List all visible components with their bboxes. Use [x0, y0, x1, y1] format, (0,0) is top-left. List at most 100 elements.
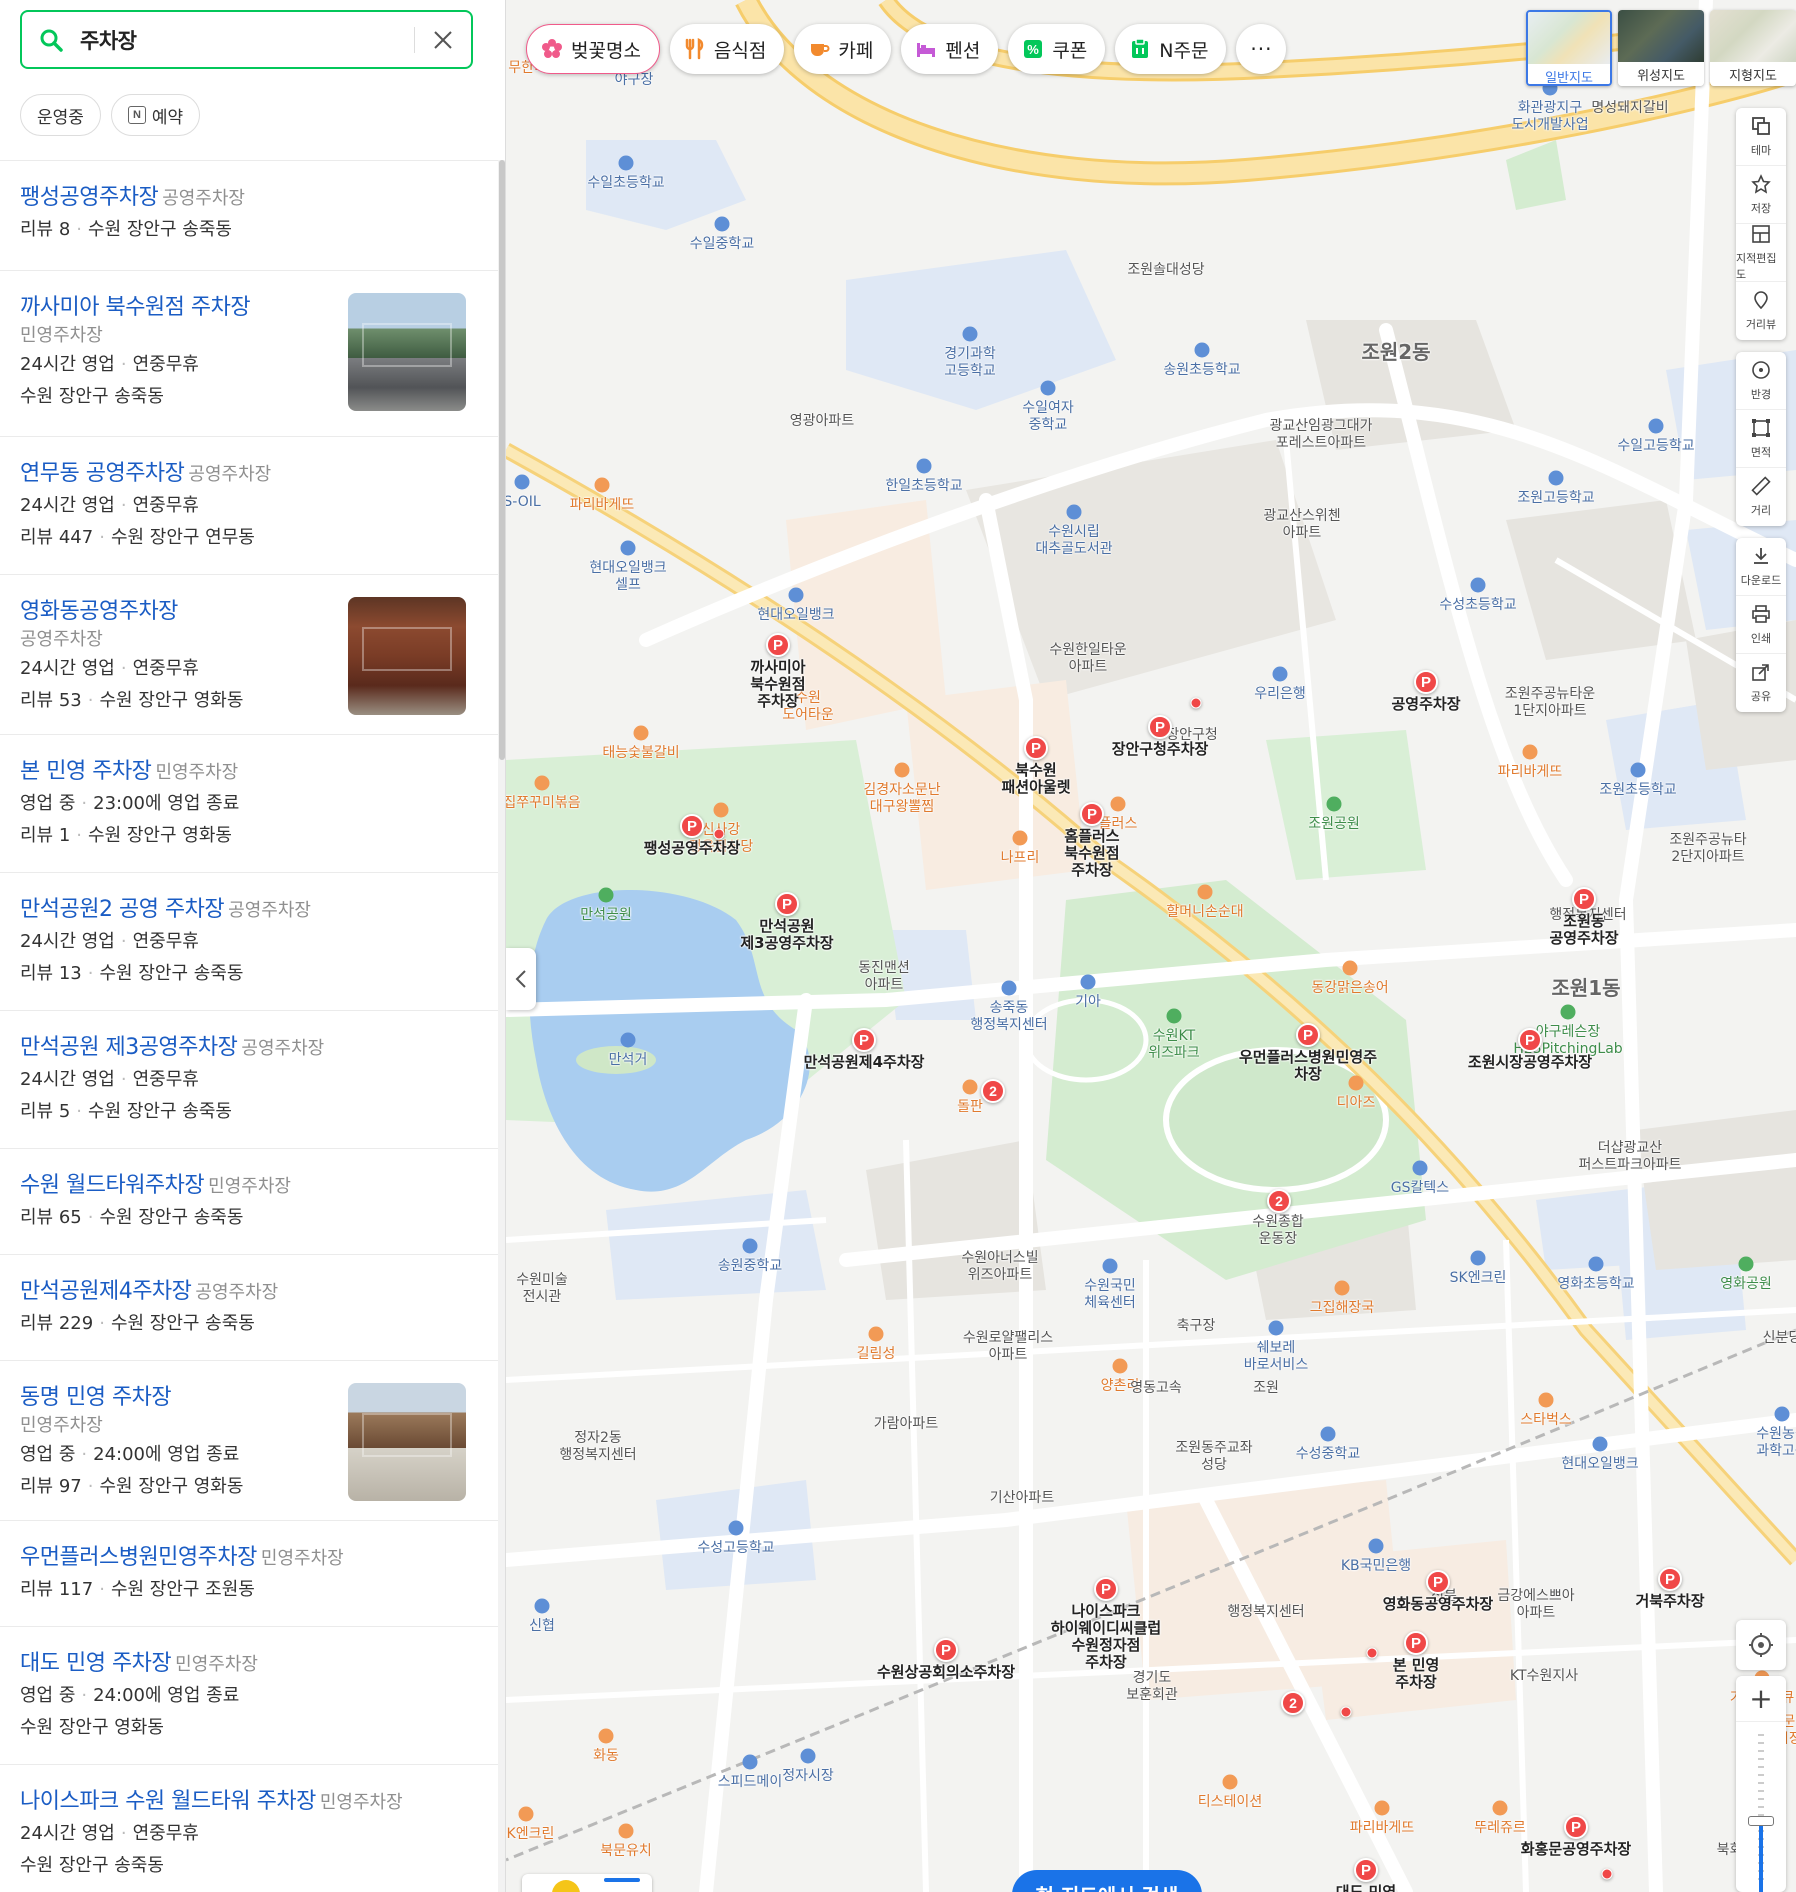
map-place-label[interactable]: 수원시립 대추골도서관	[1035, 524, 1112, 558]
map-place-label[interactable]: 파리바게뜨	[570, 497, 634, 514]
poi-marker-icon[interactable]	[514, 474, 530, 490]
parking-pin-icon[interactable]: P	[1354, 1858, 1378, 1882]
poi-marker-icon[interactable]	[1166, 1008, 1182, 1024]
parking-pin-icon[interactable]: P	[680, 814, 704, 838]
poi-marker-icon[interactable]	[1012, 830, 1028, 846]
map-place-label[interactable]: 영화공원	[1720, 1276, 1772, 1293]
map-place-label[interactable]: 조원주공뉴타 2단지아파트	[1669, 832, 1746, 866]
map-place-label[interactable]: 조원1동	[1551, 978, 1620, 998]
category-pill[interactable]: 음식점	[669, 24, 785, 74]
more-categories-button[interactable]: ···	[1236, 24, 1287, 74]
result-item[interactable]: 대도 민영 주차장 민영주차장 영업 중 · 24:00에 영업 종료 수원 장안구 영화…	[0, 1626, 498, 1764]
map-place-label[interactable]: 수원KT 위즈파크	[1148, 1028, 1200, 1062]
poi-marker-icon[interactable]	[1040, 380, 1056, 396]
map-place-label[interactable]: S-OIL	[506, 494, 541, 511]
map-place-label[interactable]: 수원미술 전시관	[516, 1272, 568, 1306]
result-item[interactable]: 만석공원 제3공영주차장 공영주차장 24시간 영업 · 연중무휴 리뷰 5 · 수원 장안구…	[0, 1010, 498, 1148]
map-place-label[interactable]: 수원농생 과학고등	[1756, 1426, 1796, 1460]
parking-pin-icon[interactable]: P	[1414, 670, 1438, 694]
map-place-label[interactable]: 수일중학교	[690, 236, 754, 253]
map-tool-button[interactable]: 공유	[1736, 654, 1786, 712]
map-place-label[interactable]: 파리바게뜨	[1350, 1820, 1414, 1837]
map-place-label[interactable]: 동강맑은송어	[1311, 980, 1388, 997]
parking-pin-icon[interactable]: P	[934, 1638, 958, 1662]
map-legend-box[interactable]	[522, 1874, 652, 1892]
poi-marker-icon[interactable]	[534, 775, 550, 791]
map-type-normal[interactable]: 일반지도	[1526, 10, 1612, 86]
poi-marker-icon[interactable]	[1066, 504, 1082, 520]
scrollbar-thumb[interactable]	[499, 160, 505, 760]
map-tool-button[interactable]: 다운로드	[1736, 538, 1786, 596]
parking-pin-icon[interactable]: P	[1426, 1570, 1450, 1594]
map-place-label[interactable]: 디아즈	[1337, 1095, 1376, 1112]
result-item[interactable]: 동명 민영 주차장 민영주차장 영업 중 · 24:00에 영업 종료 리뷰 97 · 수원 …	[0, 1360, 498, 1520]
map-place-label[interactable]: GS칼텍스	[1391, 1180, 1449, 1197]
poi-marker-icon[interactable]	[1112, 1358, 1128, 1374]
map-place-label[interactable]: 수성중학교	[1296, 1446, 1360, 1463]
poi-marker-icon[interactable]	[788, 587, 804, 603]
poi-marker-icon[interactable]	[534, 1598, 550, 1614]
map-place-label[interactable]: 광교산스위첸 아파트	[1263, 508, 1340, 542]
poi-marker-icon[interactable]	[1738, 1256, 1754, 1272]
selected-dot-pin[interactable]	[1340, 1706, 1352, 1718]
map-place-label[interactable]: 동진맨션 아파트	[858, 960, 910, 994]
map-place-label[interactable]: 조원	[1253, 1380, 1279, 1397]
map-place-label[interactable]: 송원초등학교	[1163, 362, 1240, 379]
selected-dot-pin[interactable]	[1190, 697, 1202, 709]
map-place-label[interactable]: 스피드메이	[718, 1774, 782, 1791]
parking-pin-label[interactable]: 만석공원 제3공영주차장	[740, 918, 833, 952]
collapse-panel-button[interactable]	[506, 948, 536, 1010]
map-tool-button[interactable]: 저장	[1736, 166, 1786, 224]
map-place-label[interactable]: 수원로얄팰리스 아파트	[963, 1330, 1053, 1364]
map-tool-button[interactable]: 반경	[1736, 352, 1786, 410]
result-name[interactable]: 우먼플러스병원민영주차장	[20, 1545, 257, 1570]
poi-marker-icon[interactable]	[1326, 796, 1342, 812]
map-place-label[interactable]: 금강에스쁘아 아파트	[1497, 1588, 1574, 1622]
result-name[interactable]: 나이스파크 수원 월드타워 주차장	[20, 1789, 316, 1814]
map-place-label[interactable]: 조원솔대성당	[1127, 262, 1204, 279]
cluster-pin[interactable]: 2	[981, 1079, 1005, 1103]
poi-marker-icon[interactable]	[742, 1238, 758, 1254]
parking-pin-label[interactable]: 조원시장공영주차장	[1468, 1054, 1592, 1071]
parking-pin-label[interactable]: 수원상공회의소주차장	[877, 1664, 1015, 1681]
poi-marker-icon[interactable]	[620, 1032, 636, 1048]
map-place-label[interactable]: 길림성	[857, 1346, 896, 1363]
parking-pin-icon[interactable]: P	[1094, 1577, 1118, 1601]
parking-pin-icon[interactable]: P	[1024, 736, 1048, 760]
parking-pin-label[interactable]: 북수원 패션아울렛	[1001, 762, 1070, 796]
map-place-label[interactable]: 태능숯불갈비	[602, 745, 679, 762]
poi-marker-icon[interactable]	[1342, 960, 1358, 976]
zoom-in-button[interactable]: +	[1736, 1676, 1786, 1722]
map-place-label[interactable]: 스타벅스	[1520, 1412, 1572, 1429]
poi-marker-icon[interactable]	[800, 1748, 816, 1764]
map-place-label[interactable]: 영동고속	[1130, 1380, 1182, 1397]
map-place-label[interactable]: 수성초등학교	[1439, 597, 1516, 614]
poi-marker-icon[interactable]	[1412, 1160, 1428, 1176]
parking-pin-label[interactable]: 우먼플러스병원민영주 차장	[1239, 1049, 1377, 1083]
result-name[interactable]: 연무동 공영주차장	[20, 461, 185, 486]
map-place-label[interactable]: 조원고등학교	[1517, 490, 1594, 507]
poi-marker-icon[interactable]	[962, 1079, 978, 1095]
map-place-label[interactable]: 만석공원	[580, 907, 632, 924]
map-place-label[interactable]: 행정복지센터	[1227, 1604, 1304, 1621]
map-place-label[interactable]: 수일고등학교	[1617, 438, 1694, 455]
map-place-label[interactable]: 수원국민 체육센터	[1084, 1278, 1136, 1312]
result-item[interactable]: 나이스파크 수원 월드타워 주차장 민영주차장 24시간 영업 · 연중무휴 수원 장안구…	[0, 1764, 498, 1884]
poi-marker-icon[interactable]	[1374, 1800, 1390, 1816]
map-place-label[interactable]: 광교산임광그대가 포레스트아파트	[1269, 418, 1372, 452]
parking-pin-icon[interactable]: P	[1564, 1815, 1588, 1839]
map-place-label[interactable]: 송죽동 행정복지센터	[970, 1000, 1047, 1034]
poi-marker-icon[interactable]	[618, 155, 634, 171]
map-place-label[interactable]: 조원공원	[1308, 816, 1360, 833]
poi-marker-icon[interactable]	[594, 477, 610, 493]
map-tool-button[interactable]: 인쇄	[1736, 596, 1786, 654]
poi-marker-icon[interactable]	[742, 1754, 758, 1770]
poi-marker-icon[interactable]	[868, 1326, 884, 1342]
parking-pin-icon[interactable]: P	[775, 892, 799, 916]
map-place-label[interactable]: 더샵광교산 퍼스트파크아파트	[1578, 1140, 1681, 1174]
map-place-label[interactable]: SK엔크린	[506, 1826, 554, 1843]
map-tool-button[interactable]: 테마	[1736, 108, 1786, 166]
map-place-label[interactable]: 정자2동 행정복지센터	[559, 1430, 636, 1464]
result-item[interactable]: 본 민영 주차장 민영주차장 영업 중 · 23:00에 영업 종료 리뷰 1 · 수원 장안…	[0, 734, 498, 872]
map-tool-button[interactable]: 거리	[1736, 468, 1786, 526]
